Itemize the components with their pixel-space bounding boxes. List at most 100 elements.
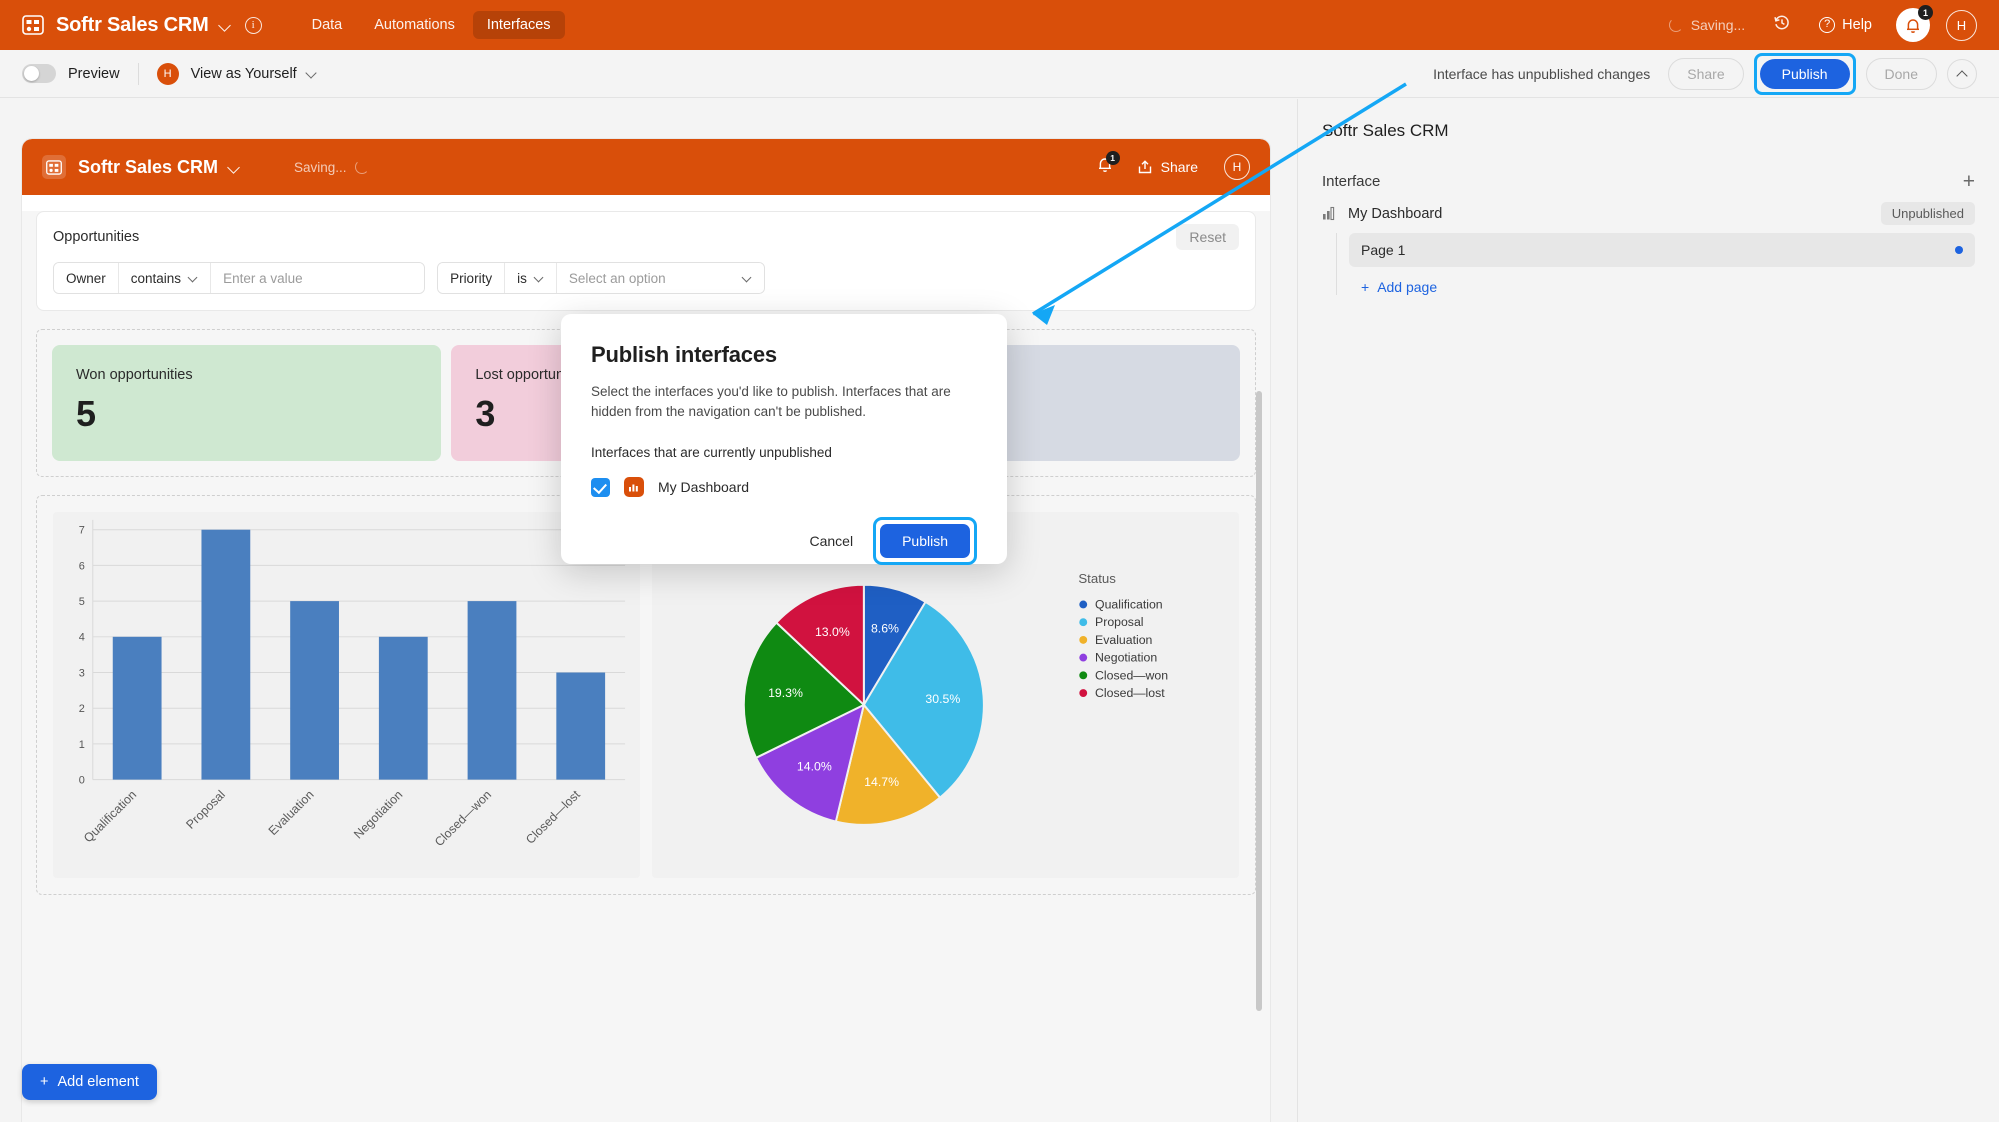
filter-card-header: Opportunities Reset — [37, 212, 1255, 262]
dialog-title: Publish interfaces — [591, 342, 777, 367]
interface-canvas: Softr Sales CRM Saving... 1 Share H Oppo… — [0, 99, 1297, 1122]
svg-text:Closed—won: Closed—won — [1095, 668, 1168, 682]
history-clock-icon[interactable] — [1773, 14, 1791, 37]
tab-interfaces[interactable]: Interfaces — [472, 11, 565, 39]
preview-header-actions: 1 Share H — [1097, 151, 1250, 180]
plus-icon[interactable]: + — [1963, 171, 1975, 192]
chevron-down-icon — [535, 274, 544, 283]
chevron-down-icon — [743, 274, 752, 283]
info-icon[interactable]: i — [244, 16, 262, 34]
page-item-label: Page 1 — [1361, 242, 1406, 258]
svg-text:Qualification: Qualification — [1095, 597, 1163, 611]
view-as-avatar: H — [156, 62, 179, 85]
airtable-base-icon — [42, 155, 66, 179]
tab-automations[interactable]: Automations — [360, 11, 469, 39]
svg-text:8.6%: 8.6% — [871, 621, 899, 635]
opportunities-filter-card: Opportunities Reset Owner contains Enter… — [36, 211, 1256, 311]
add-page-label: Add page — [1377, 279, 1438, 295]
interface-item-label: My Dashboard — [1348, 205, 1443, 222]
svg-text:Evaluation: Evaluation — [1095, 633, 1153, 647]
preview-toggle[interactable] — [22, 64, 56, 83]
reset-filters-button[interactable]: Reset — [1176, 224, 1239, 250]
unpublished-status-text: Interface has unpublished changes — [1433, 65, 1651, 82]
svg-text:0: 0 — [79, 775, 85, 787]
kpi-card-won[interactable]: Won opportunities 5 — [52, 345, 442, 461]
saving-status: Saving... — [1668, 17, 1745, 33]
filter-controls-row: Owner contains Enter a value Priority is — [37, 262, 1255, 310]
topbar-right-group: Saving... ? Help 1 H — [1668, 5, 1999, 42]
preview-notification-badge: 1 — [1105, 151, 1120, 165]
svg-text:4: 4 — [79, 632, 85, 644]
preview-scrollbar[interactable] — [1256, 391, 1262, 1011]
svg-text:30.5%: 30.5% — [925, 692, 960, 706]
preview-notifications-button[interactable]: 1 — [1097, 151, 1120, 178]
filter-value-owner-input[interactable]: Enter a value — [210, 263, 425, 293]
svg-text:Closed—won: Closed—won — [432, 788, 494, 850]
pie-chart-card[interactable]: 8.6% 30.5% 14.7% 14.0% 19.3% 13.0% Status Quali… — [652, 512, 1239, 878]
kpi-value: 5 — [76, 393, 97, 434]
svg-text:Negotiation: Negotiation — [351, 788, 406, 842]
done-button[interactable]: Done — [1865, 57, 1937, 90]
filter-field-owner: Owner — [54, 263, 118, 293]
publish-button-highlight: Publish — [1753, 52, 1856, 95]
filter-operator-priority[interactable]: is — [504, 263, 556, 293]
page-list-item[interactable]: Page 1 — [1349, 233, 1975, 267]
dialog-interface-row[interactable]: My Dashboard — [591, 477, 977, 498]
view-as-label[interactable]: View as Yourself — [191, 66, 297, 82]
publish-button[interactable]: Publish — [1759, 58, 1850, 89]
preview-saving-status: Saving... — [294, 160, 369, 175]
svg-text:Evaluation: Evaluation — [266, 788, 317, 839]
svg-text:7: 7 — [79, 525, 85, 537]
chart-slot-bar: 0 1 2 3 4 5 6 7 Qualification Proposal Evaluation N… — [47, 506, 646, 884]
dialog-description: Select the interfaces you'd like to publ… — [591, 384, 951, 419]
bar-chart-card[interactable]: 0 1 2 3 4 5 6 7 Qualification Proposal Evaluation N… — [53, 512, 640, 878]
bar-chart-icon — [1323, 206, 1335, 221]
chevron-down-icon[interactable] — [306, 68, 317, 79]
panel-interface-section-header: Interface + — [1298, 141, 1999, 192]
status-dot-icon — [1955, 246, 1963, 254]
filter-operator-owner-label: contains — [130, 270, 182, 286]
panel-section-label: Interface — [1322, 173, 1381, 190]
preview-user-avatar[interactable]: H — [1224, 154, 1250, 180]
add-page-button[interactable]: + Add page — [1349, 267, 1975, 295]
filter-operator-owner[interactable]: contains — [117, 263, 211, 293]
kpi-label: Won opportunities — [76, 367, 193, 383]
svg-text:3: 3 — [79, 667, 85, 679]
share-button[interactable]: Share — [1668, 57, 1744, 90]
help-label: Help — [1842, 17, 1872, 33]
panel-title: Softr Sales CRM — [1322, 121, 1449, 140]
notifications-button[interactable]: 1 — [1896, 5, 1933, 42]
dialog-cancel-button[interactable]: Cancel — [793, 524, 869, 558]
dialog-actions: Cancel Publish — [591, 517, 977, 566]
interface-list-item[interactable]: My Dashboard Unpublished — [1298, 192, 1999, 225]
svg-text:Status: Status — [1078, 571, 1116, 586]
preview-share-button[interactable]: Share — [1137, 159, 1198, 175]
svg-text:14.7%: 14.7% — [864, 775, 899, 789]
svg-text:2: 2 — [79, 703, 85, 715]
filter-field-priority: Priority — [438, 263, 505, 293]
application-window: Softr Sales CRM i Data Automations Inter… — [0, 0, 1999, 1122]
tab-data[interactable]: Data — [298, 11, 357, 39]
filter-value-priority-placeholder: Select an option — [568, 270, 666, 286]
plus-icon: + — [1361, 279, 1370, 295]
interface-checkbox[interactable] — [591, 477, 610, 497]
svg-text:5: 5 — [79, 596, 85, 608]
chevron-down-icon[interactable] — [228, 161, 240, 173]
preview-app-title: Softr Sales CRM — [78, 156, 219, 177]
chevron-down-icon[interactable] — [219, 19, 231, 31]
help-button[interactable]: ? Help — [1819, 17, 1872, 33]
svg-text:Qualification: Qualification — [81, 788, 139, 846]
main-tabs: Data Automations Interfaces — [298, 11, 565, 39]
svg-text:Closed—lost: Closed—lost — [1095, 686, 1165, 700]
svg-text:Closed—lost: Closed—lost — [523, 787, 583, 847]
spinner-icon — [1668, 18, 1683, 32]
collapse-panel-button[interactable] — [1947, 58, 1977, 89]
user-avatar[interactable]: H — [1946, 9, 1977, 41]
svg-text:Negotiation: Negotiation — [1095, 651, 1157, 665]
pie-chart: 8.6% 30.5% 14.7% 14.0% 19.3% 13.0% Status Quali… — [742, 571, 1168, 826]
filter-value-priority-select[interactable]: Select an option — [555, 263, 764, 293]
preview-label: Preview — [68, 65, 120, 82]
add-element-button[interactable]: + Add element — [22, 1064, 157, 1100]
dialog-publish-button[interactable]: Publish — [880, 524, 970, 559]
status-badge: Unpublished — [1880, 202, 1975, 225]
